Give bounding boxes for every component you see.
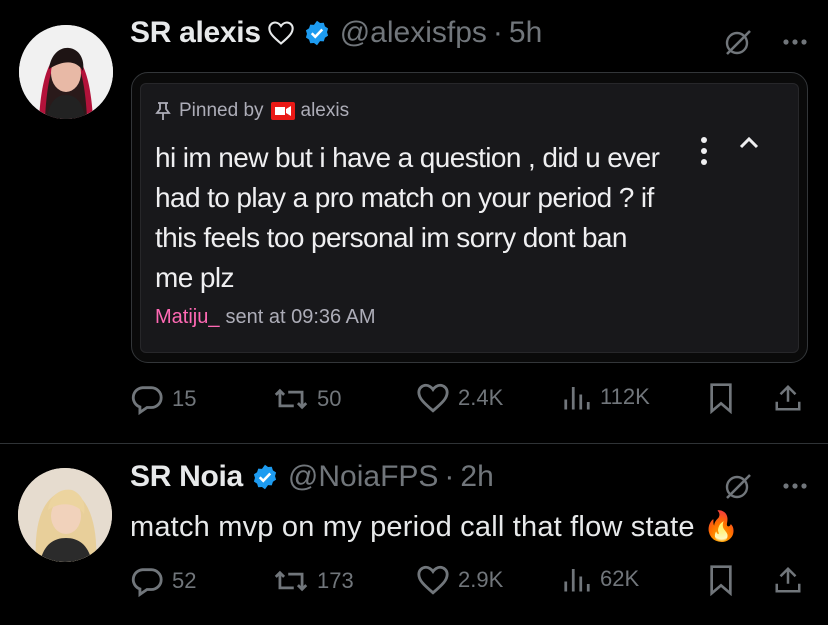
verified-badge-icon xyxy=(303,19,331,47)
embedded-image-card[interactable]: Pinned by alexis hi im new but i have a … xyxy=(131,72,808,363)
bookmark-icon xyxy=(707,382,735,414)
views-icon xyxy=(562,382,592,412)
repost-button[interactable]: 173 xyxy=(273,564,354,598)
bookmark-button[interactable] xyxy=(707,564,743,596)
display-name[interactable]: SR alexis xyxy=(130,16,261,50)
tweet-body: match mvp on my period call that flow st… xyxy=(130,511,695,543)
handle[interactable]: @NoiaFPS xyxy=(288,460,439,494)
kebab-icon[interactable] xyxy=(700,136,708,166)
sender-name: Matiju_ xyxy=(155,306,220,328)
like-button[interactable]: 2.4K xyxy=(416,382,503,414)
like-count: 2.4K xyxy=(458,385,504,410)
view-count: 112K xyxy=(600,384,650,409)
separator-dot: · xyxy=(444,460,455,493)
views-button[interactable]: 112K xyxy=(562,382,650,412)
avatar[interactable] xyxy=(18,468,112,562)
handle[interactable]: @alexisfps xyxy=(340,16,487,50)
tweet-header: SR Noia @NoiaFPS · 2h xyxy=(130,460,494,494)
pin-icon xyxy=(155,101,171,121)
view-count: 62K xyxy=(600,566,640,591)
verified-badge-icon xyxy=(251,463,279,491)
avatar-noia-image xyxy=(18,468,112,562)
separator-dot: · xyxy=(492,16,503,49)
like-icon xyxy=(416,564,450,596)
like-count: 2.9K xyxy=(458,567,504,592)
bookmark-icon xyxy=(707,564,735,596)
reply-button[interactable]: 52 xyxy=(130,564,196,598)
display-name[interactable]: SR Noia xyxy=(130,460,243,494)
pinned-by-label: Pinned by xyxy=(179,100,264,121)
camera-icon xyxy=(270,102,295,120)
views-icon xyxy=(562,564,592,594)
sent-time: sent at 09:36 AM xyxy=(225,306,376,328)
repost-count: 173 xyxy=(317,568,354,593)
repost-count: 50 xyxy=(317,386,342,411)
reply-icon xyxy=(130,564,164,598)
reply-icon xyxy=(130,382,164,416)
tweet-alexis[interactable]: SR alexis @alexisfps · 5h Pinned by alex… xyxy=(0,0,828,443)
grok-icon[interactable] xyxy=(722,470,754,502)
share-icon xyxy=(773,564,803,596)
timestamp[interactable]: 5h xyxy=(509,16,542,50)
message-meta: Matiju_ sent at 09:36 AM xyxy=(155,306,376,329)
tweet-top-actions xyxy=(722,470,808,502)
heart-outline-icon xyxy=(267,20,295,46)
share-button[interactable] xyxy=(773,382,811,414)
repost-icon xyxy=(273,382,309,416)
tweet-actions: 15 50 2.4K 112K xyxy=(130,382,810,422)
repost-button[interactable]: 50 xyxy=(273,382,341,416)
like-button[interactable]: 2.9K xyxy=(416,564,503,596)
more-icon[interactable] xyxy=(782,38,808,46)
tweet-noia[interactable]: SR Noia @NoiaFPS · 2h match mvp on my pe… xyxy=(0,444,828,625)
more-icon[interactable] xyxy=(782,482,808,490)
like-icon xyxy=(416,382,450,414)
avatar[interactable] xyxy=(19,25,113,119)
share-button[interactable] xyxy=(773,564,811,596)
share-icon xyxy=(773,382,803,414)
pinned-chat-message: Pinned by alexis hi im new but i have a … xyxy=(140,83,799,353)
grok-icon[interactable] xyxy=(722,26,754,58)
reply-count: 15 xyxy=(172,386,197,411)
tweet-top-actions xyxy=(722,26,808,58)
timestamp[interactable]: 2h xyxy=(460,460,493,494)
pinned-by-user: alexis xyxy=(300,100,350,121)
tweet-actions: 52 173 2.9K 62K xyxy=(130,564,810,604)
reply-count: 52 xyxy=(172,568,197,593)
repost-icon xyxy=(273,564,309,598)
caret-up-icon[interactable] xyxy=(738,136,760,150)
pinned-label-row: Pinned by alexis xyxy=(155,100,349,122)
avatar-alexis-image xyxy=(19,25,113,119)
fire-emoji: 🔥 xyxy=(702,511,740,543)
bookmark-button[interactable] xyxy=(707,382,743,414)
reply-button[interactable]: 15 xyxy=(130,382,196,416)
tweet-header: SR alexis @alexisfps · 5h xyxy=(130,16,542,50)
tweet-text: match mvp on my period call that flow st… xyxy=(130,510,739,544)
chat-message-text: hi im new but i have a question , did u … xyxy=(155,142,660,293)
views-button[interactable]: 62K xyxy=(562,564,639,594)
